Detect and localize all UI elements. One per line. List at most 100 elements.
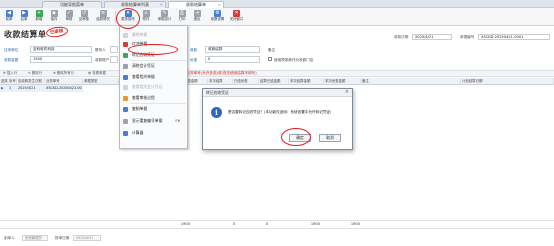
delete-all-rows-button[interactable]: ⊗ 删除所有行 (53, 71, 74, 76)
menu-item-delete-doc[interactable]: 删除单据 (132, 31, 186, 39)
menu-item-audit-process[interactable]: 查看审核过程 (132, 94, 186, 102)
remark-field[interactable] (282, 46, 362, 53)
contact-field[interactable] (110, 46, 118, 53)
grid-header-cell: 计划结算日期 (461, 78, 554, 85)
contact-label: 联系人 (95, 48, 106, 52)
grid-cell[interactable]: 1 (8, 85, 17, 92)
close-window-icon: ✕ (233, 10, 240, 17)
docno-label: 单据编号 (460, 35, 475, 39)
attachment-icon: ⌂ (142, 10, 150, 17)
date-field[interactable]: 2025/4/21 (412, 34, 452, 40)
delete-row-button[interactable]: ⊖ 删除行 (28, 71, 42, 76)
settings-button[interactable]: ⚙ 参数设置 (209, 9, 226, 25)
sum-cell: 1900 (350, 222, 360, 226)
toolbar-divider (115, 11, 116, 23)
amount-field[interactable]: 1900 (30, 56, 92, 63)
ok-button[interactable]: 确定 (289, 134, 311, 142)
toolbar-label: 关闭窗口 (229, 17, 244, 21)
arrow-right-icon: ▶ (20, 10, 28, 17)
view-doc-button[interactable]: ▤ 查看单据 (88, 71, 106, 76)
menu-shortcut: F6 (175, 118, 180, 123)
grid-header-cell: 已结优惠 (233, 78, 259, 85)
toolbar-label: 反审核 (78, 17, 90, 21)
org-label: 往来单位 (4, 48, 19, 52)
grid-header-cell: 选择 (0, 78, 8, 85)
grid-toolbar-label: 插入行 (6, 71, 18, 75)
sum-cell: 1900 (310, 222, 320, 226)
prev-doc-button[interactable]: ◀ 前单 (2, 9, 16, 25)
close-icon[interactable]: × (345, 89, 349, 96)
next-doc-button[interactable]: ▶ 后单 (17, 9, 31, 25)
print-button[interactable]: ⎙ 打印 (175, 9, 189, 25)
menu-item-label: 计算器 (132, 130, 144, 135)
menu-item-label: 显示重复编号单据 (132, 118, 163, 123)
grid-header-cell: 单据类型 (83, 78, 119, 85)
settlement-icon: ≡ (99, 10, 107, 17)
toolbar-label: 审核 (65, 17, 73, 21)
docno-field[interactable]: XSCKD-20250421-0001 (478, 34, 550, 40)
related-doc-icon (123, 75, 128, 80)
method-field[interactable]: 收款结算 (205, 46, 260, 53)
grid-header-cell: 本次优惠金额 (324, 78, 361, 85)
tab-receipt-list[interactable]: 收款结算单列表 × (104, 1, 166, 8)
related-voucher-icon (123, 85, 128, 90)
exit-button[interactable]: ⇥ 退出 (190, 9, 204, 25)
menu-item-related-vouchers[interactable]: 查看相关会计凭证 (132, 83, 186, 91)
discount-field[interactable]: 0 (205, 56, 260, 63)
save-button[interactable]: ▪ 保存 (47, 9, 61, 25)
org-field[interactable]: 至科软件科技 (30, 46, 92, 53)
design-button[interactable]: ✎ 单据设计 (156, 9, 173, 25)
arrow-left-icon: ◀ (5, 10, 13, 17)
insert-row-button[interactable]: ⊕ 插入行 (3, 71, 17, 76)
sum-cell: 1900 (180, 222, 190, 226)
close-window-button[interactable]: ✕ 关闭窗口 (228, 9, 245, 25)
remark-label: 备注 (268, 48, 276, 52)
menu-item-clear-voucher[interactable]: 清除会计凭证 (132, 62, 186, 70)
tab-bar: 功能导航菜单 收款结算单列表 × 收款结算单 × (0, 0, 554, 8)
grid-cell[interactable]: XSCKD-20250421-0001 (45, 85, 83, 92)
tab-receipt[interactable]: 收款结算单 × (168, 1, 224, 8)
unaudit-button[interactable]: ↺ 反审核 (77, 9, 91, 25)
grid-toolbar-label: 删除行 (31, 71, 43, 75)
grid-header-cell: 本次结算 (208, 78, 233, 85)
grid-toolbar-label: 删除所有行 (56, 71, 74, 75)
menu-item-calculator[interactable]: 计算器 (132, 129, 186, 137)
menu-item-copy-doc[interactable]: 复制单据 (132, 105, 186, 113)
red-flush-icon (123, 42, 128, 47)
dialog-title-text: 转记应收凭证 (206, 90, 229, 95)
more-actions-button[interactable]: ▾ 更多操作 (119, 9, 137, 25)
tab-function-menu[interactable]: 功能导航菜单 (42, 1, 102, 8)
grid-header-cell: 业务单号 (45, 78, 83, 85)
menu-item-label: 删除单据 (132, 32, 148, 37)
prepay-checkbox[interactable] (268, 57, 272, 61)
menu-item-red-flush[interactable]: 红冲单据 (132, 40, 186, 48)
settlement-button[interactable]: ≡ 结算情况 (94, 9, 112, 25)
menu-item-duplicate-numbers[interactable]: 显示重复编号单据 F6 (132, 117, 186, 125)
grid-header-cell: 应收款发生日期 (17, 78, 45, 85)
divider (0, 228, 554, 229)
grid-cell[interactable]: 2025/4/21 (17, 85, 45, 92)
confirm-dialog: 转记应收凭证 × i 是否要转记应收凭证？(本功能仅适用：系统设置中允许转记凭证)… (202, 88, 353, 150)
save-icon: ▪ (50, 10, 58, 17)
grid-cell[interactable]: ▶ (0, 85, 8, 92)
menu-item-label: 查看审核过程 (132, 95, 155, 100)
grid-header-cell: 本次结算金额 (289, 78, 324, 85)
voucher-icon (123, 53, 128, 58)
toolbar-label: 后单 (20, 17, 28, 21)
toolbar-label: 结算情况 (96, 17, 110, 21)
tab-label: 收款结算单列表 (121, 2, 149, 7)
menu-item-label: 查看相关会计凭证 (132, 84, 163, 89)
delete-doc-icon (123, 33, 128, 38)
divider (0, 220, 554, 221)
info-icon: i (211, 107, 222, 118)
attachment-button[interactable]: ⌂ 附件 (139, 9, 153, 25)
discount-label: 优惠 (190, 58, 198, 62)
menu-item-post-voucher[interactable]: 转记应收凭证 (132, 51, 186, 59)
audit-button[interactable]: ✓ 审核 (62, 9, 76, 25)
account-field[interactable] (110, 56, 118, 63)
new-button[interactable]: + 新增 (32, 9, 46, 25)
method-label: 收款 (190, 48, 198, 52)
audit-icon: ✓ (65, 10, 73, 17)
menu-item-related-docs[interactable]: 查看相关单据 (132, 73, 186, 81)
cancel-button[interactable]: 取消 (319, 134, 341, 142)
